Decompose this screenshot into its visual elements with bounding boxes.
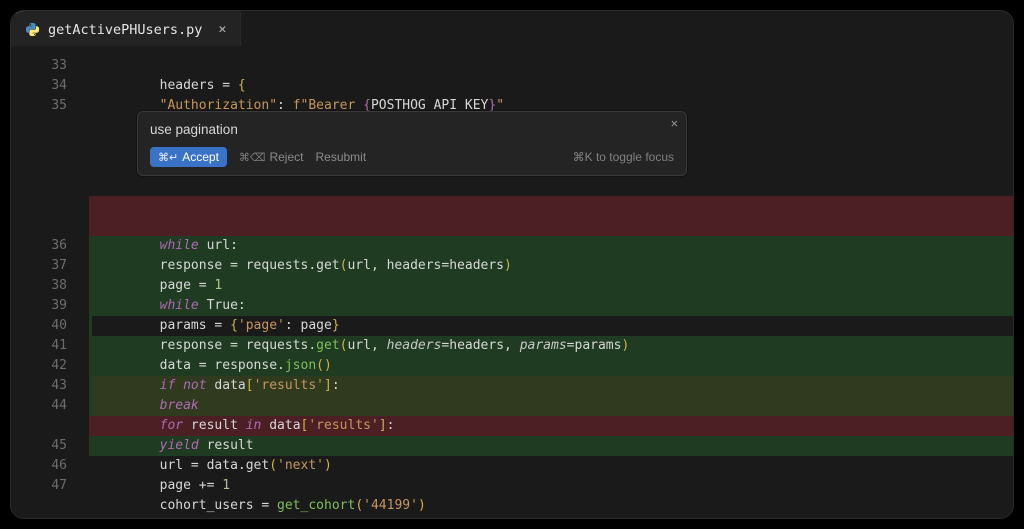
- code-line-modified[interactable]: yield result: [89, 396, 1013, 416]
- code-line-deleted[interactable]: response = requests.get(url, headers=hea…: [89, 216, 1013, 236]
- code-line[interactable]: [89, 176, 1013, 196]
- inline-suggestion-popup: ✕ use pagination ⌘↵ Accept ⌘⌫ Reject Res…: [137, 111, 687, 176]
- suggestion-prompt: use pagination: [150, 122, 674, 137]
- tab-filename: getActivePHUsers.py: [48, 22, 202, 38]
- resubmit-button[interactable]: Resubmit: [315, 150, 366, 164]
- suggestion-actions: ⌘↵ Accept ⌘⌫ Reject Resubmit ⌘K to toggl…: [150, 147, 674, 167]
- code-line-deleted[interactable]: while url:: [89, 196, 1013, 216]
- reject-button[interactable]: ⌘⌫ Reject: [239, 150, 304, 164]
- code-line[interactable]: headers = {: [89, 56, 1013, 76]
- editor-window: getActivePHUsers.py ✕ 33 34 35 36 37 38 …: [10, 10, 1014, 519]
- tab-bar: getActivePHUsers.py ✕: [11, 11, 1013, 46]
- close-icon[interactable]: ✕: [671, 116, 678, 130]
- code-line-added[interactable]: params = {'page': page}: [89, 276, 1013, 296]
- python-icon: [25, 22, 40, 37]
- keyboard-hint: ⌘K to toggle focus: [573, 150, 674, 164]
- tab-close-icon[interactable]: ✕: [218, 23, 226, 36]
- tab-file[interactable]: getActivePHUsers.py ✕: [11, 11, 241, 46]
- accept-button[interactable]: ⌘↵ Accept: [150, 147, 227, 167]
- line-number-gutter: 33 34 35 36 37 38 39 40 41 42 43 44 45 4…: [11, 46, 89, 518]
